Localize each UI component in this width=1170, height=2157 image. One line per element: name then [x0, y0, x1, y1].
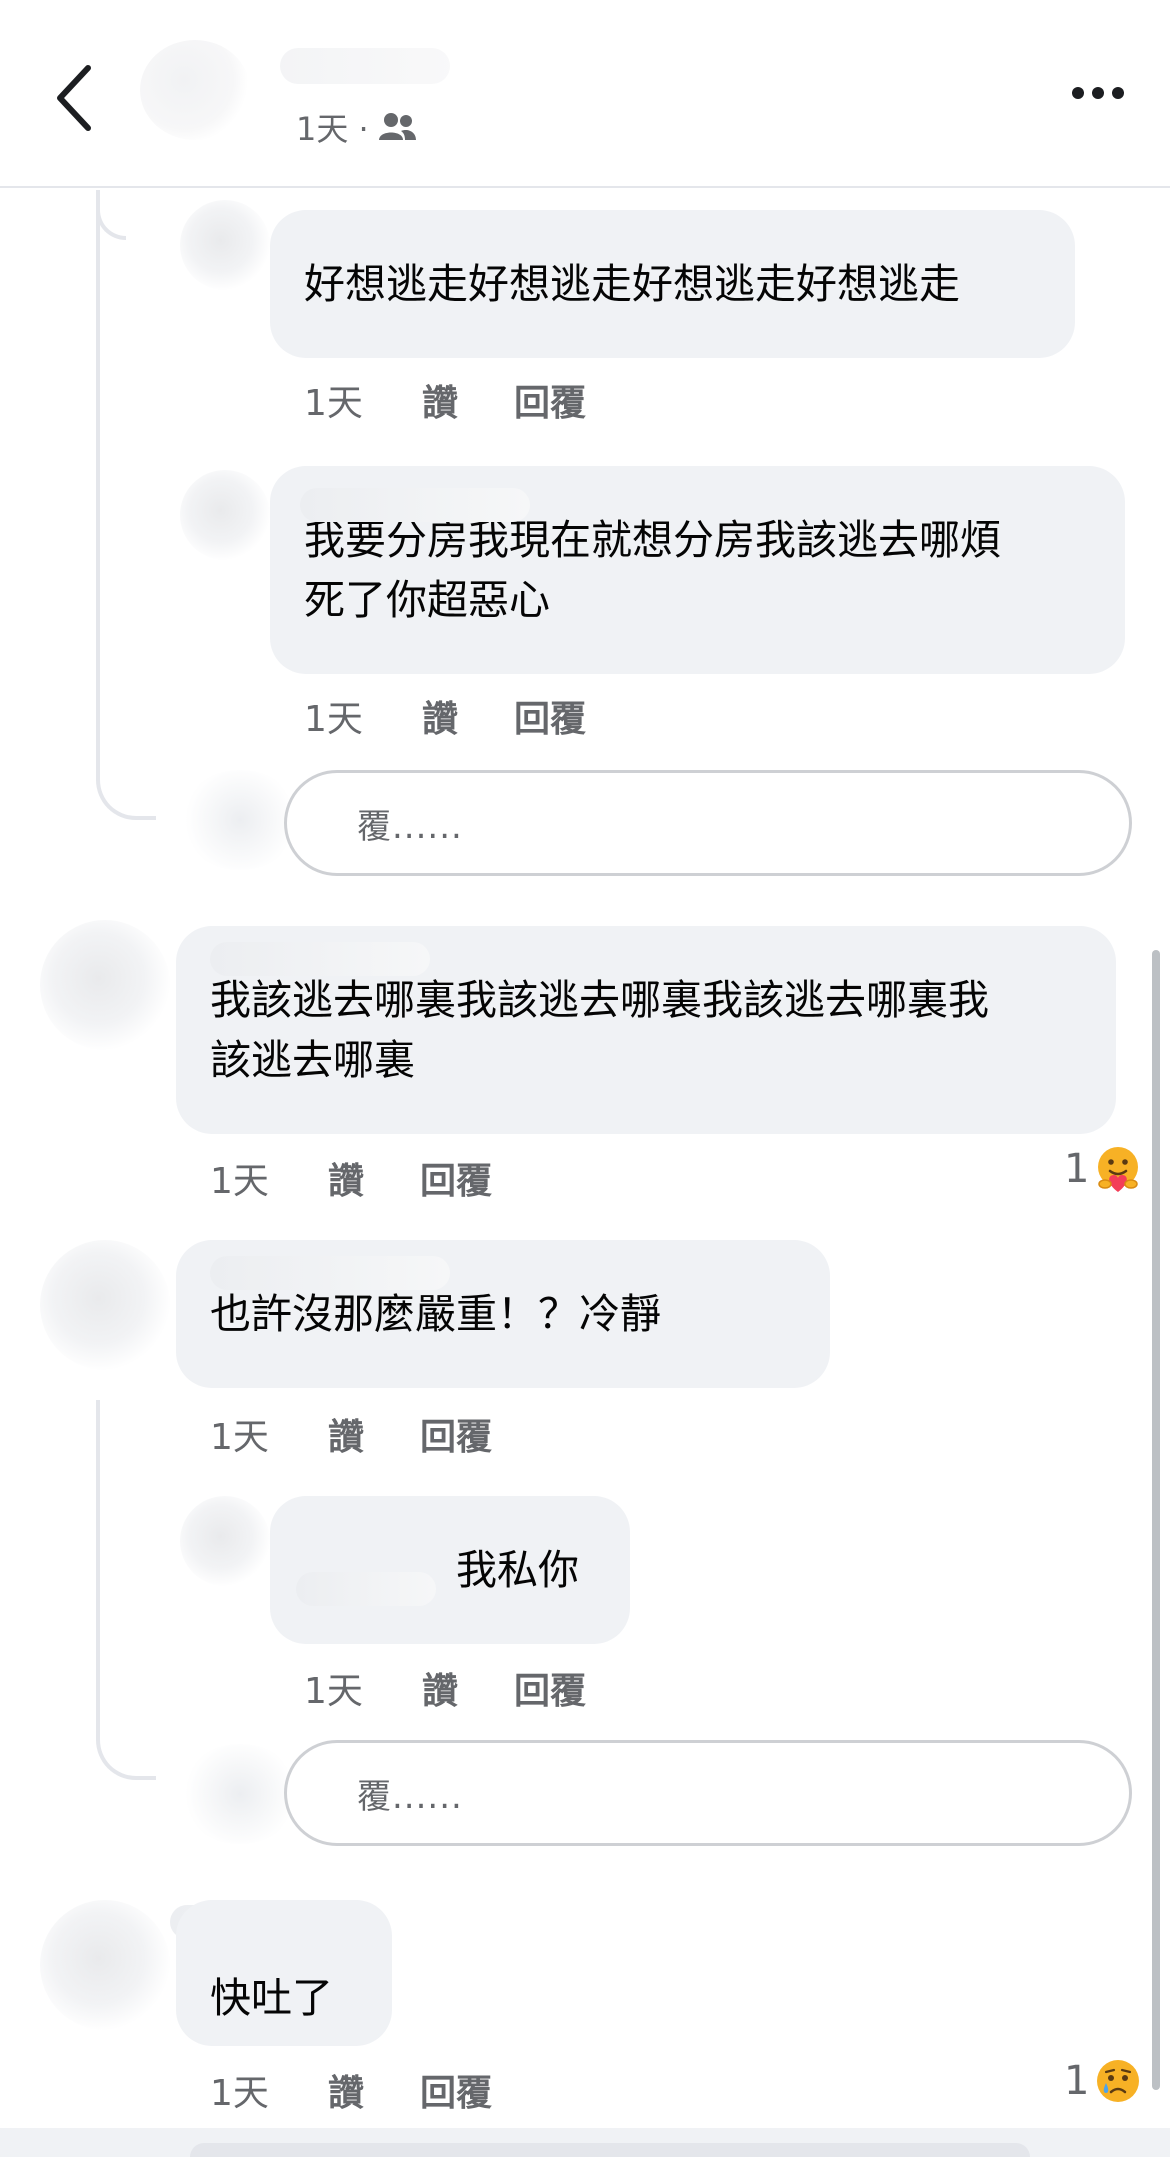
top-bar: 1天 · [0, 0, 1170, 188]
comment-text: 我該逃去哪裏我該逃去哪裏我該逃去哪裏我 該逃去哪裏 [210, 976, 989, 1084]
comment-text: 快吐了 [210, 1974, 333, 2022]
like-button[interactable]: 讚 [422, 690, 514, 742]
comment-actions: 1天 讚 回覆 [304, 1662, 586, 1714]
like-button[interactable]: 讚 [328, 2064, 420, 2116]
comment-bubble: 我私你 [270, 1496, 630, 1644]
comment-text: 我要分房我現在就想分房我該逃去哪煩 死了你超惡心 [304, 516, 1001, 624]
reply-placeholder: 覆...... [357, 1776, 463, 1817]
comment-time: 1天 [304, 699, 363, 740]
comment-text: 好想逃走好想逃走好想逃走好想逃走 [304, 260, 960, 308]
comment-actions: 1天 讚 回覆 [304, 374, 586, 426]
comment-actions: 1天 讚 回覆 [304, 690, 586, 742]
user-avatar-redacted [180, 770, 300, 870]
reply-input[interactable]: 覆...... [284, 770, 1132, 876]
like-button[interactable]: 讚 [422, 374, 514, 426]
commenter-avatar[interactable] [180, 200, 270, 290]
thread-line [96, 1400, 156, 1780]
comment-actions: 1天 讚 回覆 [210, 1152, 492, 1204]
back-button[interactable] [50, 62, 98, 134]
thread-line [96, 190, 156, 820]
post-meta: 1天 · [296, 104, 417, 150]
user-avatar-redacted [180, 1744, 300, 1844]
commenter-avatar[interactable] [40, 1240, 170, 1370]
reply-button[interactable]: 回覆 [514, 1662, 586, 1714]
commenter-avatar[interactable] [180, 1496, 270, 1586]
commenter-avatar[interactable] [40, 1900, 170, 2030]
comment-time: 1天 [304, 383, 363, 424]
commenter-avatar[interactable] [40, 920, 170, 1050]
care-emoji-icon [1098, 1147, 1139, 1192]
more-dots-icon [1072, 87, 1124, 99]
comment-bubble: 快吐了 [176, 1900, 392, 2046]
comment-time: 1天 [210, 1161, 269, 1202]
reply-placeholder: 覆...... [357, 806, 463, 847]
reply-button[interactable]: 回覆 [420, 1152, 492, 1204]
commenter-name-redacted [210, 1256, 450, 1290]
comment-text: 也許沒那麼嚴重！？冷靜 [210, 1290, 661, 1338]
more-options-button[interactable] [1068, 78, 1128, 108]
like-button[interactable]: 讚 [328, 1152, 420, 1204]
reaction-summary[interactable]: 1 [1064, 2056, 1143, 2106]
post-time: 1天 · [296, 110, 369, 148]
friends-icon [378, 113, 416, 140]
comment-actions: 1天 讚 回覆 [210, 1408, 492, 1460]
reply-button[interactable]: 回覆 [514, 374, 586, 426]
like-button[interactable]: 讚 [422, 1662, 514, 1714]
commenter-name-redacted [296, 1572, 436, 1606]
chevron-left-icon [57, 65, 91, 131]
comment-time: 1天 [210, 2073, 269, 2114]
next-comment-edge [190, 2143, 1030, 2157]
reaction-summary[interactable]: 1 [1064, 1144, 1143, 1194]
commenter-avatar[interactable] [180, 470, 270, 560]
reaction-count: 1 [1064, 1146, 1090, 1192]
reply-button[interactable]: 回覆 [420, 1408, 492, 1460]
commenter-name-redacted [210, 942, 430, 976]
sad-emoji-icon [1097, 2060, 1140, 2102]
reaction-count: 1 [1064, 2058, 1090, 2104]
comment-text: 我私你 [456, 1546, 579, 1594]
author-avatar[interactable] [140, 40, 250, 140]
reply-button[interactable]: 回覆 [514, 690, 586, 742]
like-button[interactable]: 讚 [328, 1408, 420, 1460]
comment-bubble: 好想逃走好想逃走好想逃走好想逃走 [270, 210, 1075, 358]
comment-actions: 1天 讚 回覆 [210, 2064, 492, 2116]
comment-time: 1天 [304, 1671, 363, 1712]
author-name-redacted [280, 48, 450, 84]
comment-time: 1天 [210, 1417, 269, 1458]
reply-button[interactable]: 回覆 [420, 2064, 492, 2116]
reply-input[interactable]: 覆...... [284, 1740, 1132, 1846]
commenter-name-redacted [300, 488, 530, 522]
scrollbar[interactable] [1152, 950, 1160, 2090]
